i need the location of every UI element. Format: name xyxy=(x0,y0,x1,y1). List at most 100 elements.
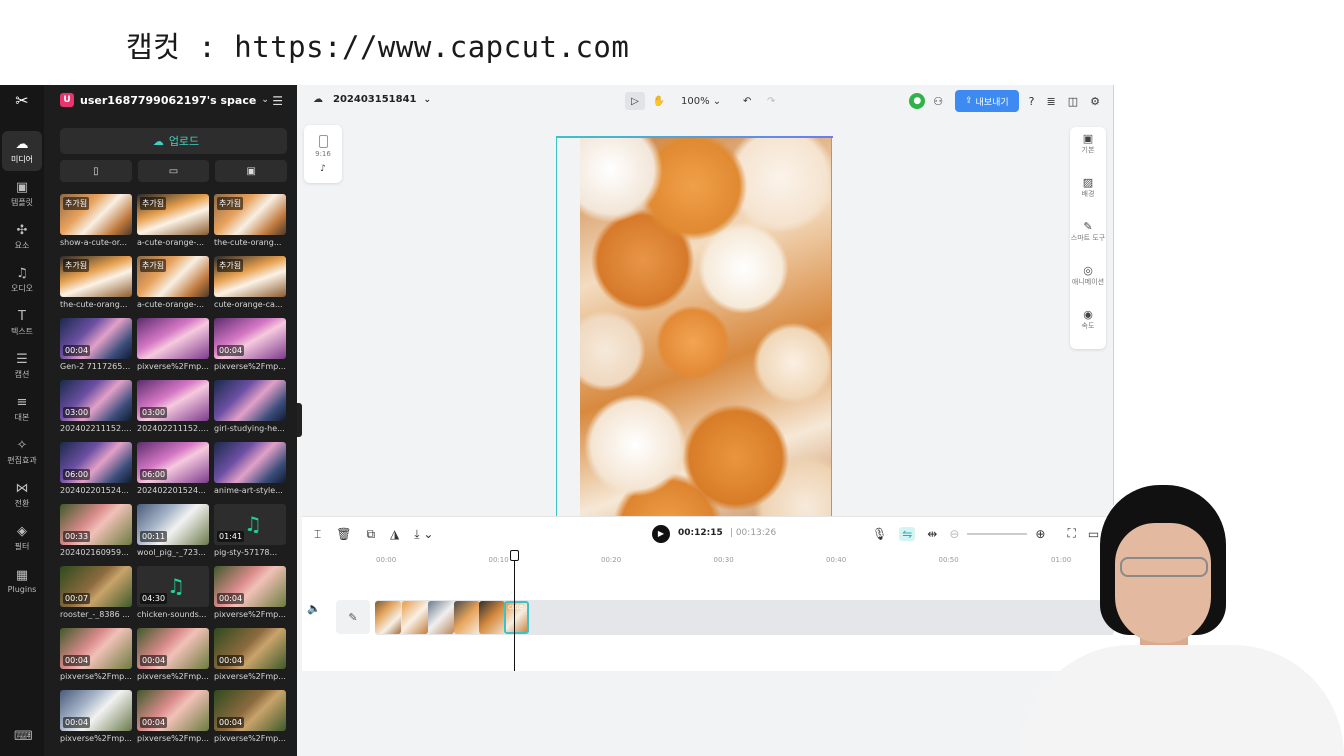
media-item[interactable]: 00:04 pixverse%2Fmp... xyxy=(214,690,286,750)
media-thumbnail[interactable]: 06:00 xyxy=(137,442,209,483)
media-thumbnail[interactable] xyxy=(137,318,209,359)
timeline-clip[interactable] xyxy=(454,601,480,634)
rail-item-0[interactable]: ☁ 미디어 xyxy=(2,131,42,171)
media-thumbnail[interactable]: 00:04 xyxy=(137,628,209,669)
crop-icon[interactable]: ⧉ xyxy=(366,527,375,542)
media-item[interactable]: 추가됨 the-cute-orang... xyxy=(214,194,286,254)
microphone-icon[interactable]: 🎙 xyxy=(872,527,887,541)
split-icon[interactable]: ⌶ xyxy=(314,527,321,542)
zoom-out-icon[interactable]: ⊖ xyxy=(949,527,959,541)
media-item[interactable]: ♫ 01:41 pig-sty-57178... xyxy=(214,504,286,564)
rail-item-4[interactable]: T 텍스트 xyxy=(2,303,42,343)
sort-menu-icon[interactable]: ☰ xyxy=(272,94,283,108)
media-thumbnail[interactable]: 추가됨 xyxy=(60,194,132,235)
video-icon[interactable]: ▭ xyxy=(137,160,210,182)
media-thumbnail[interactable]: 00:04 xyxy=(60,690,132,731)
media-item[interactable]: anime-art-style... xyxy=(214,442,286,502)
media-thumbnail[interactable]: 00:04 xyxy=(137,690,209,731)
playhead-knob[interactable] xyxy=(510,550,519,561)
media-thumbnail[interactable]: 00:04 xyxy=(214,566,286,607)
project-title[interactable]: ☁ 202403151841 ⌄ xyxy=(313,94,431,105)
media-thumbnail[interactable]: 추가됨 xyxy=(137,194,209,235)
rail-item-3[interactable]: ♫ 오디오 xyxy=(2,260,42,300)
select-pointer-icon[interactable]: ▷ xyxy=(625,92,645,110)
property-item-2[interactable]: ✎ 스마트 도구 xyxy=(1070,221,1106,242)
media-item[interactable]: 추가됨 the-cute-orang... xyxy=(60,256,132,316)
media-thumbnail[interactable]: 00:04 xyxy=(60,628,132,669)
media-item[interactable]: pixverse%2Fmp... xyxy=(137,318,209,378)
avatar[interactable]: ● xyxy=(909,93,926,109)
media-item[interactable]: ♫ 04:30 chicken-sounds... xyxy=(137,566,209,626)
auto-snap-icon[interactable]: ⇋ xyxy=(899,526,916,541)
media-thumbnail[interactable]: 추가됨 xyxy=(60,256,132,297)
rail-item-10[interactable]: ▦ Plugins xyxy=(2,561,42,601)
rail-item-9[interactable]: ◈ 필터 xyxy=(2,518,42,558)
keyboard-icon[interactable]: ⌨ xyxy=(14,729,33,744)
media-thumbnail[interactable]: 03:00 xyxy=(60,380,132,421)
media-item[interactable]: 00:04 pixverse%2Fmp... xyxy=(214,566,286,626)
undo-icon[interactable]: ↶ xyxy=(737,92,757,110)
desktop-ratio-icon[interactable]: ▣ xyxy=(215,160,288,182)
timeline-clip[interactable] xyxy=(402,601,428,634)
play-button[interactable]: ▶ xyxy=(652,525,670,543)
media-item[interactable]: 추가됨 a-cute-orange-... xyxy=(137,194,209,254)
media-item[interactable]: 00:11 wool_pig_-_723... xyxy=(137,504,209,564)
layout-icon[interactable]: ◫ xyxy=(1068,95,1078,108)
flip-icon[interactable]: ◮ xyxy=(390,527,399,542)
space-selector[interactable]: U user1687799062197's space ⌄ xyxy=(60,93,269,107)
property-item-0[interactable]: ▣ 기본 xyxy=(1070,133,1106,154)
settings-icon[interactable]: ⚙ xyxy=(1090,95,1100,108)
zoom-dropdown[interactable]: 100% ⌄ xyxy=(681,96,721,107)
rail-item-8[interactable]: ⋈ 전환 xyxy=(2,475,42,515)
media-thumbnail[interactable]: ♫ 01:41 xyxy=(214,504,286,545)
redo-icon[interactable]: ↷ xyxy=(761,92,781,110)
media-thumbnail[interactable]: 00:11 xyxy=(137,504,209,545)
media-thumbnail[interactable]: 00:33 xyxy=(60,504,132,545)
rail-item-2[interactable]: ✣ 요소 xyxy=(2,217,42,257)
media-thumbnail[interactable]: 00:04 xyxy=(214,628,286,669)
download-icon[interactable]: ⤓ ⌄ xyxy=(414,527,433,542)
media-thumbnail[interactable]: ♫ 04:30 xyxy=(137,566,209,607)
phone-ratio-icon[interactable]: ▯ xyxy=(60,160,132,182)
media-item[interactable]: 00:04 pixverse%2Fmp... xyxy=(60,628,132,688)
property-item-3[interactable]: ◎ 애니메이션 xyxy=(1070,265,1106,286)
media-item[interactable]: 00:04 Gen-2 71172653... xyxy=(60,318,132,378)
timeline-clip[interactable] xyxy=(428,601,454,634)
panel-collapse-handle[interactable] xyxy=(297,403,302,437)
rail-item-7[interactable]: ✧ 편집효과 xyxy=(2,432,42,472)
media-item[interactable]: 00:07 rooster_-_8386 ... xyxy=(60,566,132,626)
media-item[interactable]: 00:04 pixverse%2Fmp... xyxy=(137,628,209,688)
media-item[interactable]: 06:00 202402201524... xyxy=(60,442,132,502)
media-item[interactable]: girl-studying-he... xyxy=(214,380,286,440)
media-item[interactable]: 00:04 pixverse%2Fmp... xyxy=(60,690,132,750)
media-thumbnail[interactable] xyxy=(214,380,286,421)
media-item[interactable]: 03:00 202402211152.m... xyxy=(60,380,132,440)
media-thumbnail[interactable]: 00:04 xyxy=(60,318,132,359)
media-item[interactable]: 00:04 pixverse%2Fmp... xyxy=(214,628,286,688)
media-thumbnail[interactable]: 06:00 xyxy=(60,442,132,483)
media-item[interactable]: 06:00 202402201524... xyxy=(137,442,209,502)
help-icon[interactable]: ? xyxy=(1029,95,1035,108)
media-item[interactable]: 추가됨 show-a-cute-or... xyxy=(60,194,132,254)
selection-box[interactable] xyxy=(556,136,835,552)
rail-item-1[interactable]: ▣ 템플릿 xyxy=(2,174,42,214)
media-thumbnail[interactable]: 00:07 xyxy=(60,566,132,607)
media-thumbnail[interactable]: 추가됨 xyxy=(214,256,286,297)
property-item-1[interactable]: ▨ 배경 xyxy=(1070,177,1106,198)
timeline-clip[interactable] xyxy=(375,601,401,634)
upload-button[interactable]: ☁ 업로드 xyxy=(60,128,287,154)
media-item[interactable]: 00:04 pixverse%2Fmp... xyxy=(137,690,209,750)
rail-item-5[interactable]: ☰ 캡션 xyxy=(2,346,42,386)
property-item-4[interactable]: ◉ 속도 xyxy=(1070,309,1106,330)
timeline-ruler[interactable]: 00:00 00:10 00:20 00:30 00:40 00:50 01:00 xyxy=(302,550,1114,570)
speaker-icon[interactable]: 🔈 xyxy=(307,602,321,615)
media-item[interactable]: 00:04 pixverse%2Fmp... xyxy=(214,318,286,378)
export-button[interactable]: ⇪ 내보내기 xyxy=(955,90,1019,112)
rail-item-6[interactable]: ≡ 대본 xyxy=(2,389,42,429)
playhead[interactable] xyxy=(510,550,519,671)
layers-icon[interactable]: ≣ xyxy=(1047,95,1056,108)
edit-pencil-icon[interactable]: ✎ xyxy=(336,600,370,634)
split-view-icon[interactable]: ⇹ xyxy=(927,527,937,541)
timeline-clip[interactable] xyxy=(479,601,505,634)
timeline-zoom-slider[interactable] xyxy=(967,532,1028,535)
